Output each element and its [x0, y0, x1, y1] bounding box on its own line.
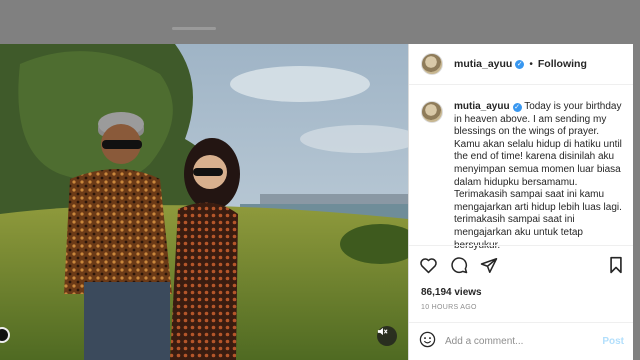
bookmark-icon[interactable] — [609, 256, 623, 274]
avatar[interactable] — [421, 53, 443, 75]
caption-text-block: mutia_ayuu ✓ Today is your birthday in he… — [454, 101, 626, 252]
window-right-band — [633, 0, 640, 360]
post-timestamp[interactable]: 10 HOURS AGO — [421, 304, 624, 311]
header-separator: • — [529, 58, 533, 70]
caption-avatar[interactable] — [421, 101, 443, 123]
comment-input[interactable] — [445, 336, 603, 347]
window-top-band — [0, 0, 640, 44]
emoji-icon[interactable] — [419, 331, 436, 353]
action-bar: 86,194 views 10 HOURS AGO — [409, 245, 634, 311]
speaker-muted-icon[interactable] — [377, 326, 397, 346]
paper-plane-icon[interactable] — [480, 257, 498, 274]
verified-badge-icon: ✓ — [515, 59, 525, 69]
post-side-panel: mutia_ayuu ✓ • Following mutia_ayuu ✓ Tod… — [408, 44, 634, 360]
instagram-post: mutia_ayuu ✓ • Following mutia_ayuu ✓ Tod… — [0, 44, 640, 360]
action-icons — [419, 254, 624, 276]
post-media[interactable] — [0, 44, 408, 360]
top-divider — [172, 27, 216, 30]
comment-icon[interactable] — [450, 256, 468, 274]
heart-icon[interactable] — [419, 257, 438, 274]
caption-body: Today is your birthday in heaven above. … — [454, 101, 622, 251]
caption: mutia_ayuu ✓ Today is your birthday in he… — [421, 101, 626, 252]
following-button[interactable]: Following — [538, 58, 587, 70]
comment-bar: Post — [409, 322, 634, 360]
post-comment-button[interactable]: Post — [602, 336, 624, 347]
header-username[interactable]: mutia_ayuu — [454, 58, 512, 70]
caption-username[interactable]: mutia_ayuu — [454, 101, 510, 112]
view-count[interactable]: 86,194 views — [421, 287, 624, 298]
caption-verified-badge-icon: ✓ — [512, 103, 522, 112]
post-header: mutia_ayuu ✓ • Following — [409, 44, 633, 85]
post-photo — [0, 44, 408, 360]
